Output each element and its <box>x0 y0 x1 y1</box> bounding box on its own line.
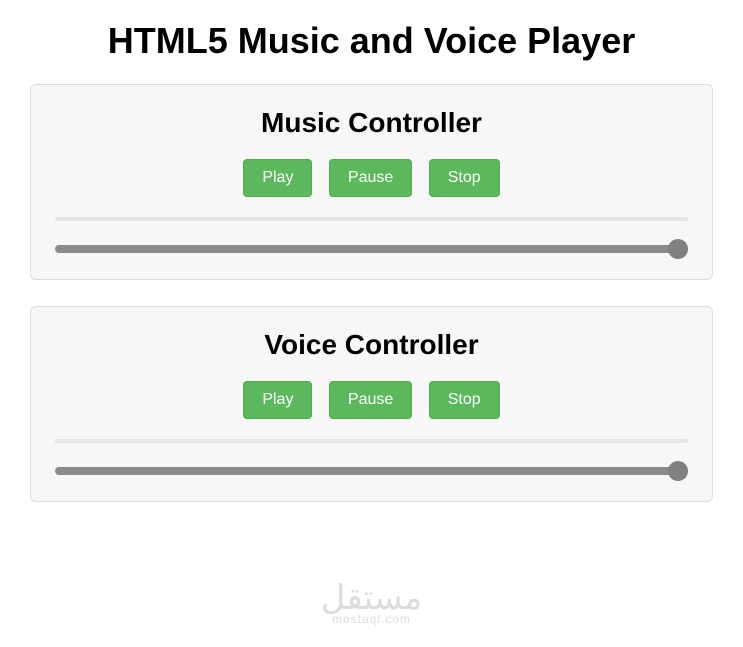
music-volume-slider[interactable] <box>55 239 688 259</box>
music-divider <box>55 217 688 221</box>
voice-volume-slider[interactable] <box>55 461 688 481</box>
voice-controller-panel: Voice Controller Play Pause Stop <box>30 306 713 502</box>
voice-button-row: Play Pause Stop <box>55 381 688 419</box>
watermark: مستقل mostaql.com <box>321 581 423 625</box>
voice-pause-button[interactable]: Pause <box>329 381 412 419</box>
voice-slider-thumb[interactable] <box>668 461 688 481</box>
music-slider-thumb[interactable] <box>668 239 688 259</box>
voice-divider <box>55 439 688 443</box>
watermark-sub: mostaql.com <box>321 613 423 625</box>
music-controller-panel: Music Controller Play Pause Stop <box>30 84 713 280</box>
voice-slider-track <box>55 467 688 475</box>
music-button-row: Play Pause Stop <box>55 159 688 197</box>
voice-stop-button[interactable]: Stop <box>429 381 500 419</box>
music-stop-button[interactable]: Stop <box>429 159 500 197</box>
music-slider-track <box>55 245 688 253</box>
voice-play-button[interactable]: Play <box>243 381 312 419</box>
music-pause-button[interactable]: Pause <box>329 159 412 197</box>
watermark-main: مستقل <box>321 579 423 617</box>
music-panel-title: Music Controller <box>55 107 688 139</box>
music-play-button[interactable]: Play <box>243 159 312 197</box>
page-title: HTML5 Music and Voice Player <box>30 20 713 62</box>
voice-panel-title: Voice Controller <box>55 329 688 361</box>
